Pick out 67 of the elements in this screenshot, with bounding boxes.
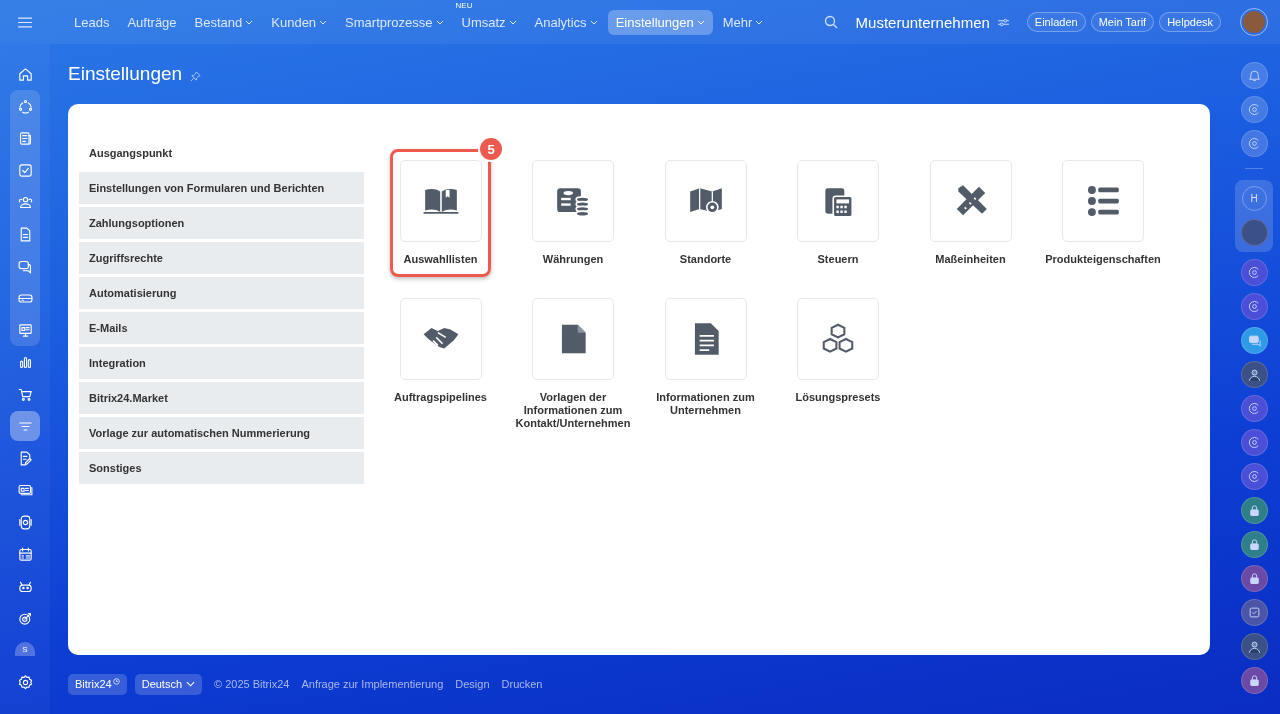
settings-menu-item[interactable]: Automatisierung — [79, 277, 364, 309]
tile-button[interactable] — [399, 160, 482, 242]
tile-label: Währungen — [541, 253, 605, 266]
nav-tab[interactable]: Mehr — [714, 9, 772, 35]
tile-button[interactable] — [797, 298, 879, 380]
settings-menu-item[interactable]: Zahlungsoptionen — [79, 207, 364, 239]
tile-label: Vorlagen der Informationen zum Kontakt/Unternehmen — [514, 391, 632, 430]
sidebar-item[interactable] — [10, 411, 40, 441]
tile-button[interactable] — [664, 160, 747, 242]
nodes-icon — [16, 97, 34, 115]
header-button[interactable]: Helpdesk — [1159, 12, 1221, 32]
tile-button[interactable] — [929, 160, 1012, 242]
settings-menu-item[interactable]: Einstellungen von Formularen und Berichten — [79, 172, 364, 204]
tile-label: Maßeinheiten — [934, 253, 1007, 266]
tile-label: Informationen zum Unternehmen — [655, 391, 756, 417]
settings-menu-item[interactable]: Sonstiges — [79, 452, 364, 484]
settings-menu-item[interactable]: Integration — [79, 347, 364, 379]
chevron-icon — [186, 681, 196, 687]
search-icon[interactable] — [823, 15, 838, 29]
lock-icon[interactable] — [1240, 565, 1268, 592]
footer-link[interactable]: Design — [455, 678, 490, 690]
person-avatar[interactable] — [1240, 633, 1268, 660]
tile-label: Produkteigenschaften — [1044, 253, 1162, 266]
home-icon — [16, 65, 34, 83]
presentation-icon — [16, 321, 34, 339]
lock-icon[interactable] — [1240, 667, 1268, 694]
tile-label: Steuern — [816, 253, 860, 266]
tile-label: Auftragspipelines — [393, 391, 488, 404]
tile-button[interactable] — [532, 298, 614, 380]
settings-icon[interactable] — [16, 674, 34, 691]
lock-icon[interactable] — [1240, 531, 1268, 558]
brand-button[interactable]: Bitrix24 — [68, 673, 127, 695]
tile-label: Standorte — [678, 253, 733, 266]
step-badge: 5 — [478, 136, 504, 162]
lock-icon[interactable] — [1240, 497, 1268, 524]
tile-button[interactable] — [797, 160, 879, 242]
tile-button[interactable] — [532, 160, 614, 242]
user-initial-avatar[interactable]: S — [15, 642, 35, 656]
person-avatar[interactable] — [1240, 361, 1268, 388]
sliders-icon[interactable] — [997, 17, 1009, 27]
menu-icon[interactable] — [18, 16, 32, 28]
copyright-text: © 2025 Bitrix24 — [214, 678, 290, 690]
checkbox-icon[interactable] — [1240, 599, 1268, 626]
calendar-icon — [16, 545, 34, 563]
header-button[interactable]: Einladen — [1026, 12, 1086, 32]
nav-tab[interactable]: Analytics — [526, 9, 606, 35]
footer-link[interactable]: Drucken — [501, 678, 543, 690]
checkbox-icon — [16, 161, 34, 179]
tile-label: Lösungspresets — [794, 391, 882, 404]
settings-menu-item[interactable]: Vorlage zur automatischen Nummerierung — [79, 417, 364, 449]
footer-link[interactable]: Anfrage zur Implementierung — [301, 678, 444, 690]
new-label: NEU — [455, 0, 473, 10]
language-dropdown[interactable]: Deutsch — [134, 673, 203, 695]
company-name[interactable]: Musterunternehmen — [855, 13, 990, 31]
page-title: Einstellungen — [68, 63, 183, 85]
header-button[interactable]: Mein Tarif — [1090, 12, 1155, 32]
settings-menu-item[interactable]: Bitrix24.Market — [79, 382, 364, 414]
tile-button[interactable] — [664, 298, 747, 380]
tile-label: Auswahllisten — [402, 253, 479, 266]
settings-menu-item[interactable]: Zugriffsrechte — [79, 242, 364, 274]
pin-icon[interactable] — [190, 70, 202, 82]
phone-icon — [16, 513, 34, 531]
tile-button[interactable] — [1062, 160, 1144, 242]
clock-icon — [112, 677, 120, 685]
notification-icon[interactable] — [1240, 62, 1268, 89]
tile-button[interactable] — [399, 298, 482, 380]
settings-menu-item[interactable]: E-Mails — [79, 312, 364, 344]
